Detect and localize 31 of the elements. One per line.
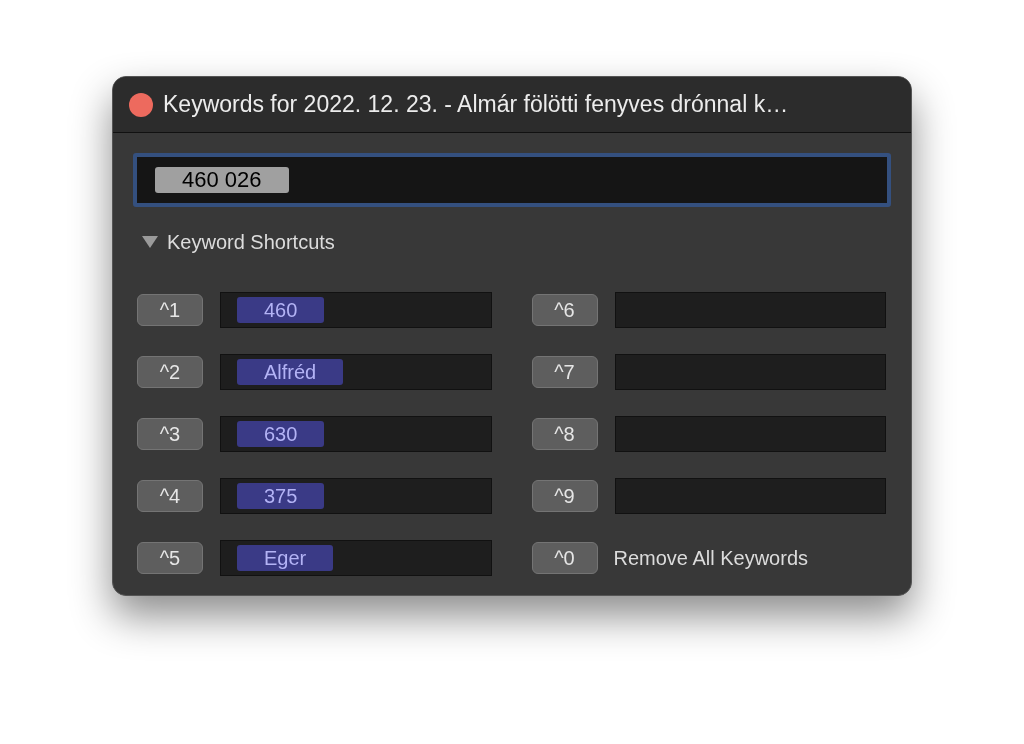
keyword-token: 375 — [237, 483, 325, 509]
keyword-token: Alfréd — [237, 359, 344, 385]
shortcut-keyword-field[interactable]: 375 — [220, 478, 492, 514]
keyword-token: 460 026 — [155, 167, 289, 193]
keyword-token: Eger — [237, 545, 334, 571]
shortcut-keyword-field[interactable]: Alfréd — [220, 354, 492, 390]
shortcut-key-button[interactable]: ^0 — [531, 542, 598, 574]
shortcut-key-button[interactable]: ^5 — [137, 542, 203, 574]
close-button[interactable] — [129, 92, 153, 117]
shortcut-keyword-field[interactable] — [614, 478, 886, 514]
shortcut-key-button[interactable]: ^4 — [137, 480, 203, 512]
shortcut-key-button[interactable]: ^7 — [531, 356, 598, 388]
shortcut-key-button[interactable]: ^2 — [137, 356, 203, 388]
shortcut-key-button[interactable]: ^9 — [531, 480, 598, 512]
shortcut-key-button[interactable]: ^8 — [531, 418, 598, 450]
shortcut-key-button[interactable]: ^3 — [137, 418, 203, 450]
remove-all-keywords-label: Remove All Keywords — [613, 546, 809, 571]
shortcut-key-button[interactable]: ^1 — [137, 294, 203, 326]
shortcut-key-button[interactable]: ^6 — [531, 294, 598, 326]
window-title: Keywords for 2022. 12. 23. - Almár fölötti fenyves drónnal k… — [163, 90, 789, 120]
shortcut-keyword-field[interactable]: Eger — [220, 540, 492, 576]
shortcut-keyword-field[interactable]: 630 — [220, 416, 492, 452]
shortcut-keyword-field[interactable] — [614, 292, 886, 328]
shortcut-keyword-field[interactable] — [614, 416, 886, 452]
section-heading: Keyword Shortcuts — [167, 230, 335, 255]
keyword-token: 460 — [237, 297, 325, 323]
keyword-token: 630 — [237, 421, 325, 447]
keyword-input-field[interactable]: 460 026 — [133, 153, 891, 207]
triangle-down-icon[interactable] — [141, 235, 159, 249]
shortcut-keyword-field[interactable] — [614, 354, 886, 390]
shortcut-keyword-field[interactable]: 460 — [220, 292, 492, 328]
